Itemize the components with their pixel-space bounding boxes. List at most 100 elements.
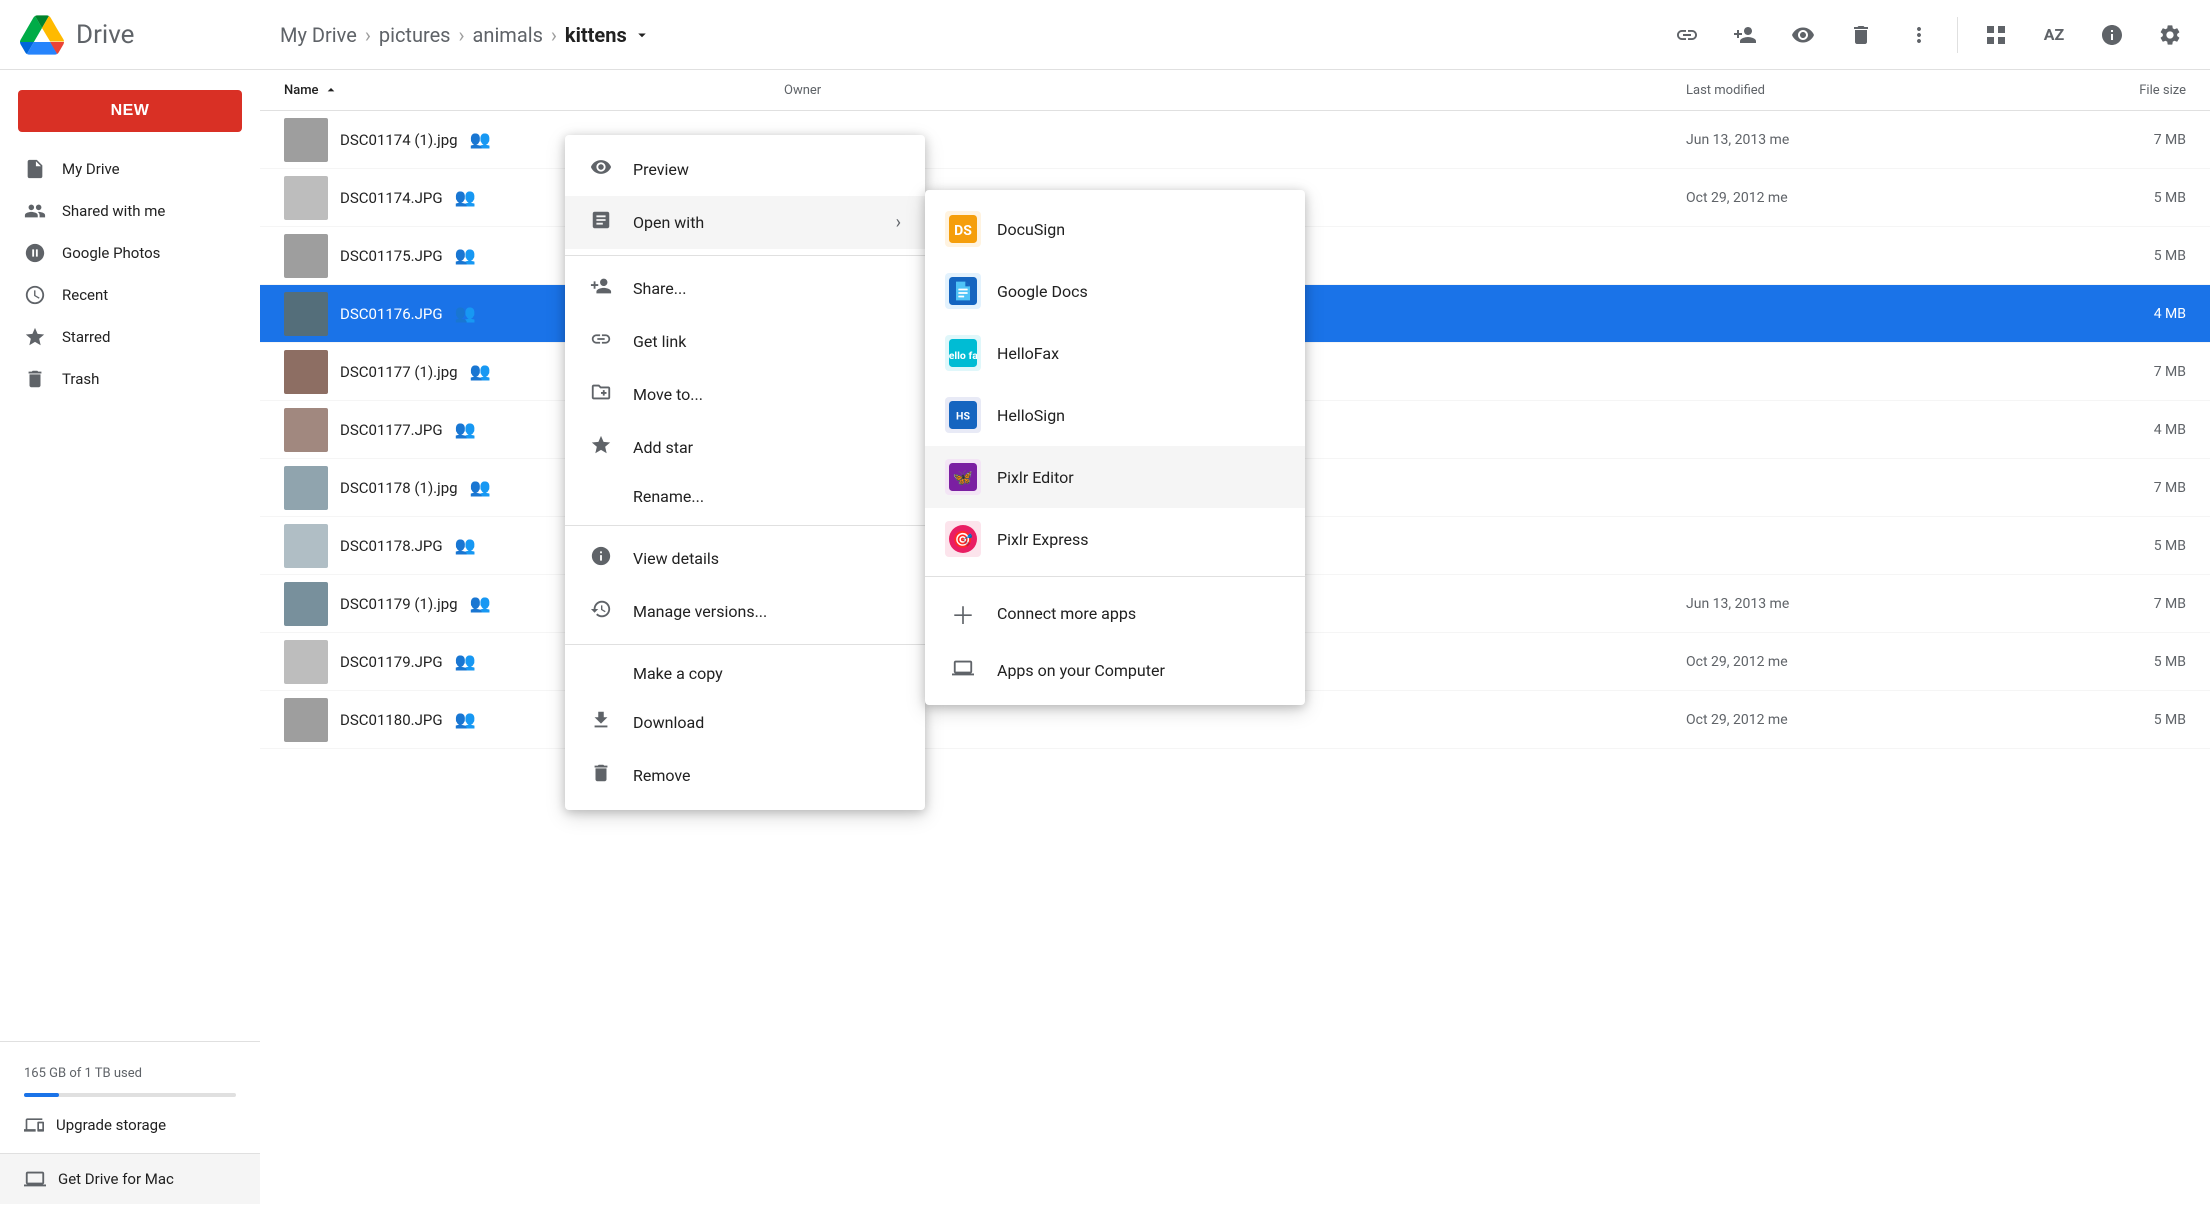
ctx-move-to[interactable]: Move to...: [565, 368, 925, 421]
table-row[interactable]: DSC01174 (1).jpg 👥 me Jun 13, 2013 me 7 …: [260, 111, 2210, 169]
settings-button[interactable]: [2150, 15, 2190, 55]
share-icon: 👥: [455, 420, 476, 440]
get-link-button[interactable]: [1667, 15, 1707, 55]
chevron-down-icon: [633, 26, 651, 44]
plus-icon: ＋: [945, 596, 981, 631]
breadcrumb-sep-3: ›: [551, 23, 557, 47]
ctx-get-link[interactable]: Get link: [565, 315, 925, 368]
file-name: DSC01175.JPG: [340, 247, 443, 265]
sidebar-trash-label: Trash: [62, 370, 99, 388]
sidebar-item-starred[interactable]: Starred: [0, 316, 244, 358]
ctx-download[interactable]: Download: [565, 696, 925, 749]
col-name-header[interactable]: Name: [284, 82, 784, 98]
ctx-add-star[interactable]: Add star: [565, 421, 925, 474]
breadcrumb-current[interactable]: kittens: [565, 23, 651, 47]
computer-icon: [24, 1168, 46, 1190]
file-size: 7 MB: [1986, 132, 2186, 148]
file-name: DSC01180.JPG: [340, 711, 443, 729]
sidebar-item-trash[interactable]: Trash: [0, 358, 244, 400]
remove-ctx-icon: [589, 762, 613, 789]
file-size: 7 MB: [1986, 364, 2186, 380]
sidebar-item-recent[interactable]: Recent: [0, 274, 244, 316]
ctx-open-with[interactable]: Open with ›: [565, 196, 925, 249]
hellofax-label: HelloFax: [997, 344, 1059, 363]
docusign-label: DocuSign: [997, 220, 1065, 239]
ctx-make-copy-label: Make a copy: [633, 664, 723, 683]
sidebar-starred-label: Starred: [62, 328, 110, 346]
move-ctx-icon: [589, 381, 613, 408]
sub-pixlr-express[interactable]: 🎯 Pixlr Express: [925, 508, 1305, 570]
ctx-move-to-label: Move to...: [633, 385, 703, 404]
file-name: DSC01176.JPG: [340, 305, 443, 323]
file-thumbnail: [284, 466, 328, 510]
ctx-download-label: Download: [633, 713, 704, 732]
breadcrumb-my-drive[interactable]: My Drive: [280, 23, 357, 47]
ctx-make-copy[interactable]: Make a copy: [565, 651, 925, 696]
share-icon: 👥: [455, 710, 476, 730]
pixlr-editor-icon: 🦋: [945, 459, 981, 495]
more-options-button[interactable]: [1899, 15, 1939, 55]
google-docs-label: Google Docs: [997, 282, 1088, 301]
file-modified: Oct 29, 2012 me: [1686, 654, 1986, 670]
sub-connect-more[interactable]: ＋ Connect more apps: [925, 583, 1305, 644]
sidebar-item-my-drive[interactable]: My Drive: [0, 148, 244, 190]
sort-button[interactable]: AZ: [2034, 15, 2074, 55]
my-drive-icon: [24, 158, 46, 180]
grid-view-button[interactable]: [1976, 15, 2016, 55]
hellosign-label: HelloSign: [997, 406, 1065, 425]
header-actions: AZ: [1667, 15, 2190, 55]
breadcrumb-sep-2: ›: [459, 23, 465, 47]
preview-button[interactable]: [1783, 15, 1823, 55]
breadcrumb-pictures[interactable]: pictures: [379, 23, 451, 47]
sub-pixlr-editor[interactable]: 🦋 Pixlr Editor: [925, 446, 1305, 508]
upgrade-storage-item[interactable]: Upgrade storage: [0, 1105, 260, 1145]
ctx-open-with-label: Open with: [633, 213, 704, 232]
sidebar-item-photos[interactable]: Google Photos: [0, 232, 244, 274]
ctx-remove[interactable]: Remove: [565, 749, 925, 802]
ctx-get-link-label: Get link: [633, 332, 686, 351]
apps-computer-label: Apps on your Computer: [997, 661, 1165, 680]
header: Drive My Drive › pictures › animals › ki…: [0, 0, 2210, 70]
file-size: 4 MB: [1986, 306, 2186, 322]
ctx-view-details[interactable]: View details: [565, 532, 925, 585]
hellosign-icon: HS: [945, 397, 981, 433]
file-thumbnail: [284, 234, 328, 278]
pixlr-express-icon: 🎯: [945, 521, 981, 557]
storage-bar-background: [24, 1093, 236, 1097]
sidebar-item-shared[interactable]: Shared with me: [0, 190, 244, 232]
upgrade-icon: [24, 1115, 44, 1135]
sub-apps-computer[interactable]: Apps on your Computer: [925, 644, 1305, 697]
delete-button[interactable]: [1841, 15, 1881, 55]
svg-text:HS: HS: [956, 410, 970, 423]
ctx-preview[interactable]: Preview: [565, 143, 925, 196]
header-divider: [1957, 17, 1958, 53]
sort-asc-icon: [323, 82, 339, 98]
add-person-button[interactable]: [1725, 15, 1765, 55]
history-ctx-icon: [589, 598, 613, 625]
details-button[interactable]: [2092, 15, 2132, 55]
file-size: 5 MB: [1986, 190, 2186, 206]
file-modified: Jun 13, 2013 me: [1686, 596, 1986, 612]
new-button[interactable]: NEW: [18, 90, 242, 132]
ctx-rename[interactable]: Rename...: [565, 474, 925, 519]
sub-google-docs[interactable]: Google Docs: [925, 260, 1305, 322]
breadcrumb-animals[interactable]: animals: [473, 23, 543, 47]
ctx-view-details-label: View details: [633, 549, 719, 568]
app-title: Drive: [76, 20, 134, 50]
share-icon: 👥: [455, 304, 476, 324]
file-name: DSC01177.JPG: [340, 421, 443, 439]
ctx-remove-label: Remove: [633, 766, 691, 785]
sub-hellosign[interactable]: HS HelloSign: [925, 384, 1305, 446]
open-with-arrow-icon: ›: [896, 212, 901, 233]
sub-hellofax[interactable]: hello fax HelloFax: [925, 322, 1305, 384]
ctx-manage-versions-label: Manage versions...: [633, 602, 767, 621]
get-drive-mac-item[interactable]: Get Drive for Mac: [0, 1153, 260, 1204]
file-size: 4 MB: [1986, 422, 2186, 438]
ctx-manage-versions[interactable]: Manage versions...: [565, 585, 925, 638]
sidebar-bottom: 165 GB of 1 TB used Upgrade storage Get …: [0, 1041, 260, 1220]
link-ctx-icon: [589, 328, 613, 355]
file-modified: Oct 29, 2012 me: [1686, 712, 1986, 728]
sub-docusign[interactable]: DS DocuSign: [925, 198, 1305, 260]
ctx-share[interactable]: Share...: [565, 262, 925, 315]
trash-icon: [24, 368, 46, 390]
